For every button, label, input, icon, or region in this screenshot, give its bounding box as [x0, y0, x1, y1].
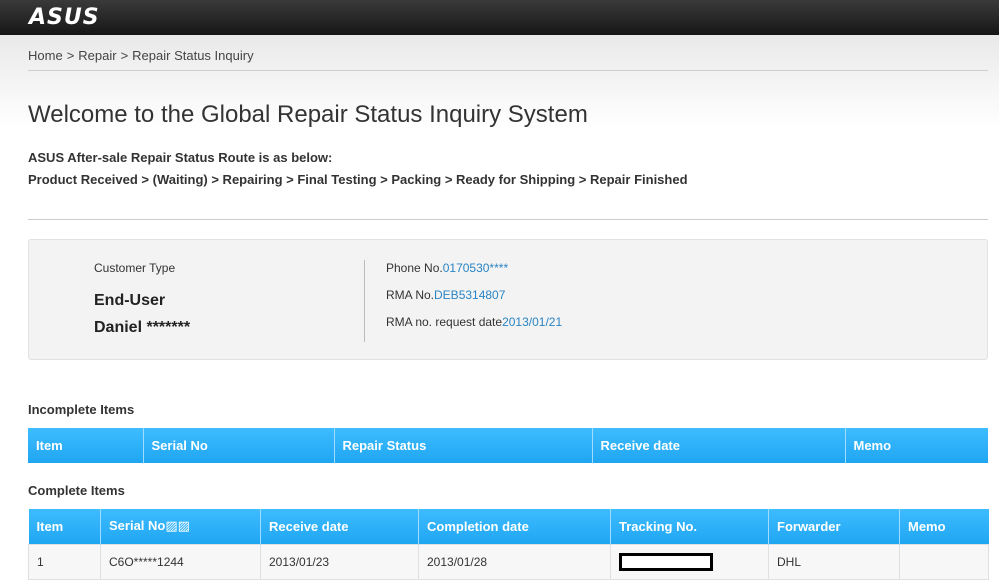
col-item: Item: [28, 428, 144, 463]
asus-logo[interactable]: ASUS: [29, 7, 100, 29]
redacted-tracking-box: [619, 552, 713, 571]
complete-items-table: Item Serial No▨▨ Receive date Completion…: [28, 509, 989, 580]
table-row: 1 C6O*****1244 2013/01/23 2013/01/28 DHL: [28, 543, 989, 580]
info-divider: [364, 260, 365, 342]
breadcrumb-repair[interactable]: Repair: [78, 48, 116, 63]
complete-items-title: Complete Items: [28, 483, 125, 498]
route-heading: ASUS After-sale Repair Status Route is a…: [28, 150, 333, 165]
rma-row: RMA No.DEB5314807: [386, 288, 505, 302]
col-repair-status: Repair Status: [334, 428, 593, 463]
rma-date-row: RMA no. request date2013/01/21: [386, 315, 562, 329]
col-serial-no: Serial No▨▨: [100, 509, 261, 544]
phone-label: Phone No.: [386, 261, 443, 275]
incomplete-items-table: Item Serial No Repair Status Receive dat…: [28, 428, 988, 463]
page-title: Welcome to the Global Repair Status Inqu…: [28, 101, 588, 128]
phone-row: Phone No.0170530****: [386, 261, 508, 275]
rma-date-value: 2013/01/21: [502, 315, 563, 329]
col-receive-date: Receive date: [260, 509, 419, 544]
rma-label: RMA No.: [386, 288, 435, 302]
table-header-row: Item Serial No Repair Status Receive dat…: [28, 428, 988, 463]
divider: [28, 70, 988, 71]
top-bar: ASUS: [0, 0, 999, 35]
rma-date-label: RMA no. request date: [386, 315, 503, 329]
cell-serial: C6O*****1244: [100, 543, 261, 580]
cell-tracking: [610, 543, 769, 580]
customer-info-panel: Customer Type End-User Daniel ******* Ph…: [28, 239, 988, 360]
incomplete-items-title: Incomplete Items: [28, 402, 135, 417]
table-header-row: Item Serial No▨▨ Receive date Completion…: [28, 509, 989, 544]
breadcrumb: Home > Repair > Repair Status Inquiry: [28, 48, 254, 63]
cell-completion-date: 2013/01/28: [418, 543, 611, 580]
breadcrumb-current: Repair Status Inquiry: [132, 48, 254, 63]
rma-value: DEB5314807: [434, 288, 506, 302]
col-tracking-no: Tracking No.: [610, 509, 769, 544]
cell-item: 1: [28, 543, 101, 580]
route-steps: Product Received > (Waiting) > Repairing…: [28, 172, 688, 187]
col-receive-date: Receive date: [592, 428, 846, 463]
col-completion-date: Completion date: [418, 509, 611, 544]
col-forwarder: Forwarder: [768, 509, 900, 544]
cell-forwarder: DHL: [768, 543, 900, 580]
breadcrumb-home[interactable]: Home: [28, 48, 63, 63]
breadcrumb-separator: >: [66, 48, 75, 63]
customer-name: Daniel *******: [94, 319, 191, 336]
customer-type-value: End-User: [94, 292, 166, 309]
cell-memo: [899, 543, 989, 580]
breadcrumb-separator: >: [120, 48, 129, 63]
customer-type-label: Customer Type: [94, 261, 176, 275]
col-serial-no: Serial No: [143, 428, 335, 463]
phone-value: 0170530****: [442, 261, 509, 275]
divider: [28, 219, 988, 220]
col-memo: Memo: [899, 509, 989, 544]
cell-receive-date: 2013/01/23: [260, 543, 419, 580]
col-memo: Memo: [845, 428, 988, 463]
col-item: Item: [28, 509, 101, 544]
